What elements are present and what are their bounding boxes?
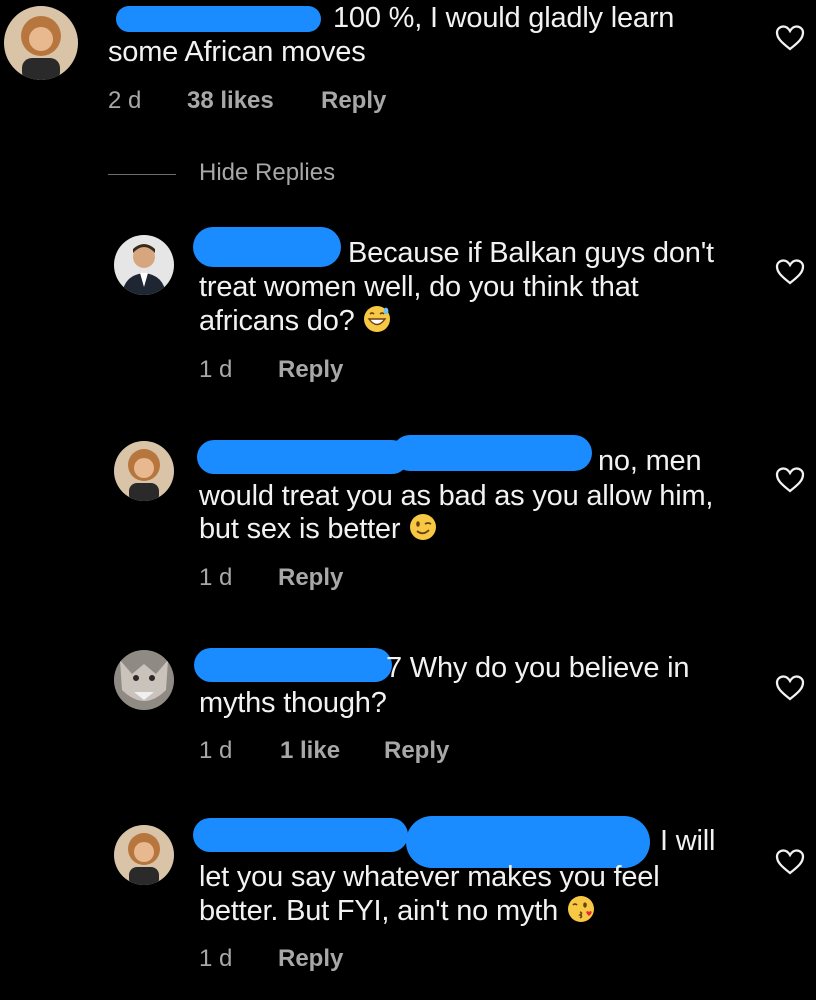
heart-icon[interactable]	[775, 466, 805, 494]
winking-face-emoji	[410, 514, 437, 540]
reply-time: 1 d	[199, 564, 233, 591]
redacted-username	[197, 440, 409, 474]
reply-text-line1: no, men	[598, 445, 702, 477]
likes-link[interactable]: 38 likes	[187, 87, 274, 115]
reply-text-line3: but sex is better	[199, 512, 438, 546]
grinning-sweat-emoji	[364, 306, 391, 332]
heart-icon[interactable]	[775, 848, 805, 876]
avatar-reply-1[interactable]	[114, 235, 174, 295]
redacted-username	[116, 6, 321, 32]
comment-meta: 2 d	[108, 87, 141, 115]
reply-time: 1 d	[199, 945, 233, 972]
heart-icon[interactable]	[775, 24, 805, 52]
reply-text-line1: I will	[660, 825, 716, 857]
avatar-reply-3[interactable]	[114, 650, 174, 710]
reply-text-line3: better. But FYI, ain't no myth	[199, 894, 596, 928]
heart-icon[interactable]	[775, 258, 805, 286]
reply-time: 1 d	[199, 737, 233, 764]
comment-text: 100 %, I would gladly learn	[333, 2, 675, 34]
comment-time: 2 d	[108, 87, 142, 114]
reply-text-line2: myths though?	[199, 687, 387, 719]
avatar-commenter[interactable]	[4, 6, 78, 80]
reply-text-line1: Because if Balkan guys don't	[348, 237, 714, 269]
reply-text-line1: 7 Why do you believe in	[386, 652, 690, 684]
reply-time: 1 d	[199, 356, 233, 383]
reply-button[interactable]: Reply	[321, 87, 386, 115]
redacted-username	[193, 227, 341, 267]
reply-button[interactable]: Reply	[278, 564, 343, 592]
reply-button[interactable]: Reply	[278, 945, 343, 973]
hide-replies-button[interactable]: Hide Replies	[199, 159, 335, 187]
reply-button[interactable]: Reply	[278, 356, 343, 384]
avatar-commenter[interactable]	[114, 441, 174, 501]
reply-text-line2: let you say whatever makes you feel	[199, 861, 660, 893]
hide-replies-divider	[108, 174, 176, 175]
avatar-commenter[interactable]	[114, 825, 174, 885]
heart-icon[interactable]	[775, 674, 805, 702]
comment-text-line2: some African moves	[108, 36, 366, 68]
redacted-username	[194, 648, 392, 682]
redacted-mention	[392, 435, 592, 471]
redacted-username	[193, 818, 408, 852]
face-blowing-kiss-emoji	[567, 896, 594, 922]
reply-text-line2: would treat you as bad as you allow him,	[199, 480, 714, 512]
reply-button[interactable]: Reply	[384, 737, 449, 765]
reply-text-line3: africans do?	[199, 304, 392, 338]
likes-link[interactable]: 1 like	[280, 737, 340, 765]
reply-text-line2: treat women well, do you think that	[199, 271, 639, 303]
